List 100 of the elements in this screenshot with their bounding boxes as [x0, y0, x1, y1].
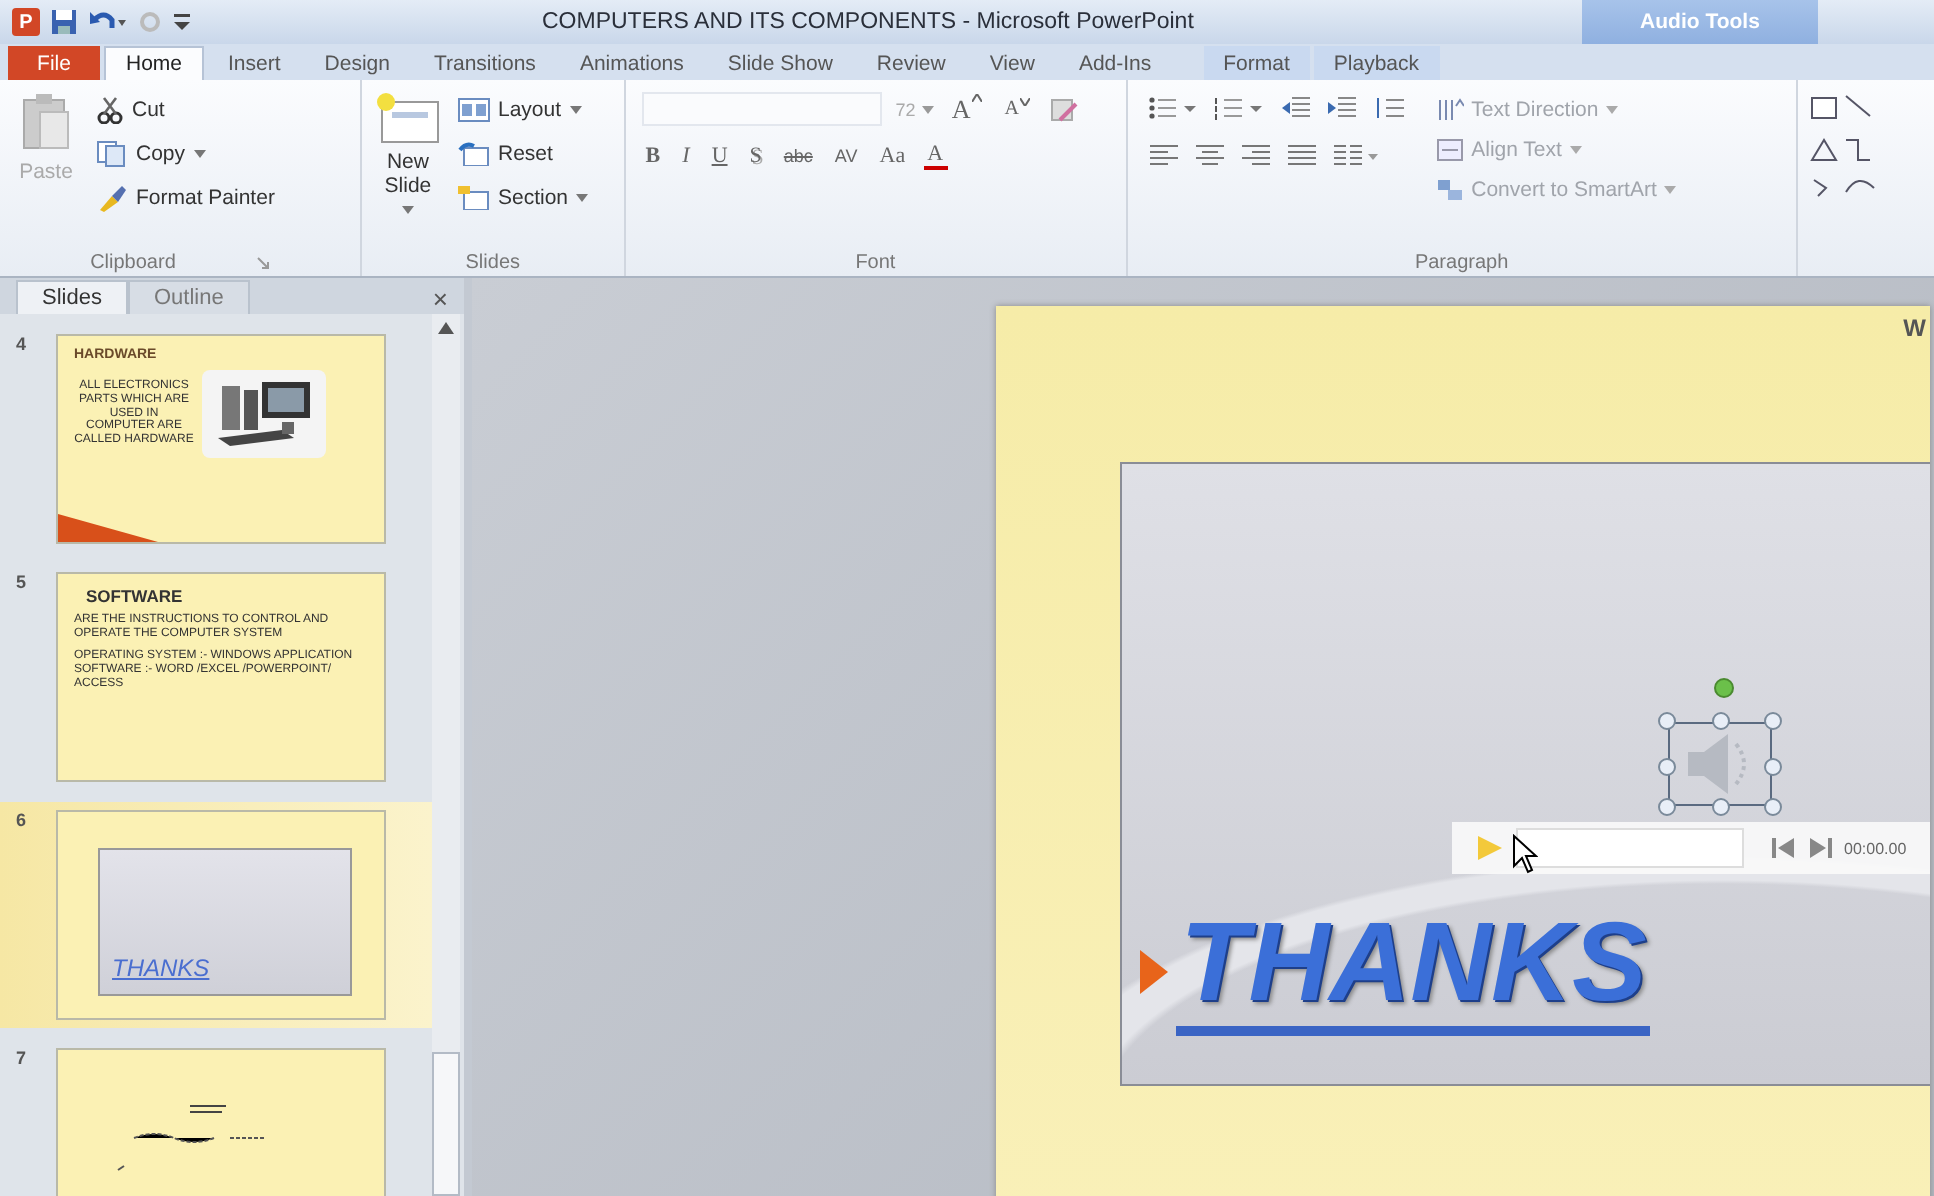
resize-handle[interactable] [1658, 712, 1676, 730]
clear-formatting-icon[interactable] [1048, 95, 1081, 123]
clipboard-icon [20, 92, 72, 152]
font-format-button[interactable]: A [923, 142, 948, 170]
thumbnail-title: THANKS [112, 954, 210, 982]
ribbon-tab[interactable]: Home [104, 46, 205, 80]
group-label: Font [855, 251, 896, 273]
justify-icon[interactable] [1285, 144, 1318, 168]
scroll-up-icon[interactable] [438, 322, 454, 334]
cut-button[interactable]: Cut [96, 92, 275, 126]
slide-canvas[interactable]: W 00:00.00 THANKS [996, 306, 1930, 1196]
font-format-button[interactable]: B [641, 144, 665, 168]
ribbon-tab[interactable]: Playback [1313, 46, 1439, 80]
slide-thumbnail-row[interactable]: 7 [0, 1040, 432, 1196]
ribbon-tab[interactable]: View [969, 46, 1055, 80]
ribbon-tab[interactable]: Review [856, 46, 966, 80]
resize-handle[interactable] [1764, 798, 1782, 816]
slide-text: W [1903, 314, 1926, 342]
dropdown-arrow-icon [576, 193, 589, 201]
new-slide-button[interactable]: New Slide [369, 92, 446, 248]
numbering-icon[interactable] [1213, 96, 1266, 120]
brush-icon [96, 183, 128, 211]
down-caret-icon [1020, 98, 1031, 106]
shrink-font-button[interactable]: A [1000, 98, 1035, 120]
close-button[interactable]: × [416, 284, 464, 314]
resize-handle[interactable] [1658, 758, 1676, 776]
thumbnail-title: SOFTWARE [84, 586, 185, 606]
dialog-launcher-icon[interactable] [255, 255, 270, 269]
time-label: 00:00.00 [1844, 839, 1907, 857]
columns-icon[interactable] [1331, 144, 1380, 168]
progress-track[interactable] [1516, 828, 1744, 868]
reset-button[interactable]: Reset [457, 136, 589, 170]
slide-thumbnail-row[interactable]: 6 THANKS [0, 802, 432, 1028]
ribbon-tab[interactable]: Slide Show [707, 46, 853, 80]
group-label: Slides [465, 251, 521, 273]
save-icon[interactable] [50, 8, 78, 36]
app-icon[interactable]: P [12, 8, 40, 36]
ribbon-tab[interactable]: Animations [559, 46, 704, 80]
dropdown-arrow-icon [401, 206, 414, 215]
group-label: Clipboard [90, 251, 176, 273]
ribbon-tab[interactable]: Insert [208, 46, 301, 80]
reset-icon [457, 141, 490, 165]
align-right-icon[interactable] [1239, 144, 1272, 168]
dropdown-arrow-icon [193, 149, 206, 157]
scissors-icon [96, 95, 124, 123]
section-button[interactable]: Section [457, 180, 589, 214]
scrollbar-thumb[interactable] [432, 1052, 460, 1196]
skip-forward-icon[interactable] [1808, 838, 1832, 858]
decrease-indent-icon[interactable] [1279, 96, 1312, 120]
font-format-button[interactable]: S [745, 144, 766, 168]
bullets-icon[interactable] [1147, 96, 1200, 120]
resize-handle[interactable] [1764, 712, 1782, 730]
pane-tab[interactable]: Outline [127, 280, 250, 314]
contextual-tab-group: Audio Tools [1582, 0, 1818, 44]
font-format-button[interactable]: Aa [875, 144, 910, 168]
align-left-icon[interactable] [1147, 144, 1180, 168]
font-format-button[interactable]: abc [779, 146, 817, 166]
format-painter-button[interactable]: Format Painter [96, 180, 275, 214]
dropdown-arrow-icon [1664, 185, 1677, 193]
slide-thumbnail[interactable] [56, 1048, 386, 1196]
rotation-handle[interactable] [1714, 678, 1734, 698]
font-format-button[interactable]: AV [830, 146, 862, 166]
dropdown-arrow-icon [1606, 105, 1619, 113]
dropdown-arrow-icon [921, 105, 934, 113]
font-format-button[interactable]: I [678, 144, 694, 168]
skip-back-icon[interactable] [1772, 838, 1796, 858]
ribbon-tab[interactable]: Format [1203, 46, 1310, 80]
slide-number: 4 [16, 334, 28, 358]
copy-button[interactable]: Copy [96, 136, 275, 170]
ribbon-tab[interactable]: File [8, 46, 100, 80]
increase-indent-icon[interactable] [1325, 96, 1358, 120]
audio-object[interactable] [1656, 678, 1784, 818]
slide-thumbnail[interactable]: THANKS [56, 810, 386, 1020]
slide-number: 7 [16, 1048, 28, 1072]
copy-icon [96, 139, 128, 167]
ribbon-tab[interactable]: Add-Ins [1058, 46, 1172, 80]
grow-font-button[interactable]: A [947, 93, 987, 125]
pane-tab[interactable]: Slides [16, 280, 128, 314]
customize-icon[interactable] [172, 8, 192, 36]
up-caret-icon [972, 93, 983, 101]
resize-handle[interactable] [1658, 798, 1676, 816]
scrollbar[interactable] [432, 314, 460, 1196]
text-direction-icon [1435, 97, 1464, 121]
resize-handle[interactable] [1712, 798, 1730, 816]
ribbon-tab[interactable]: Transitions [413, 46, 556, 80]
new-slide-icon [375, 92, 440, 144]
font-name-field[interactable] [641, 92, 882, 126]
ribbon-tab[interactable]: Design [304, 46, 410, 80]
layout-button[interactable]: Layout [457, 92, 589, 126]
slide-number: 6 [16, 810, 28, 834]
align-center-icon[interactable] [1193, 144, 1226, 168]
resize-handle[interactable] [1712, 712, 1730, 730]
group-label: Paragraph [1414, 251, 1509, 273]
font-format-button[interactable]: U [707, 144, 732, 168]
resize-handle[interactable] [1764, 758, 1782, 776]
window-title: COMPUTERS AND ITS COMPONENTS - Microsoft PowerPoint [542, 10, 1194, 34]
layout-icon [457, 97, 490, 121]
mouse-pointer-icon [1512, 834, 1538, 874]
dropdown-arrow-icon [569, 105, 582, 113]
align-text-icon [1435, 137, 1464, 161]
